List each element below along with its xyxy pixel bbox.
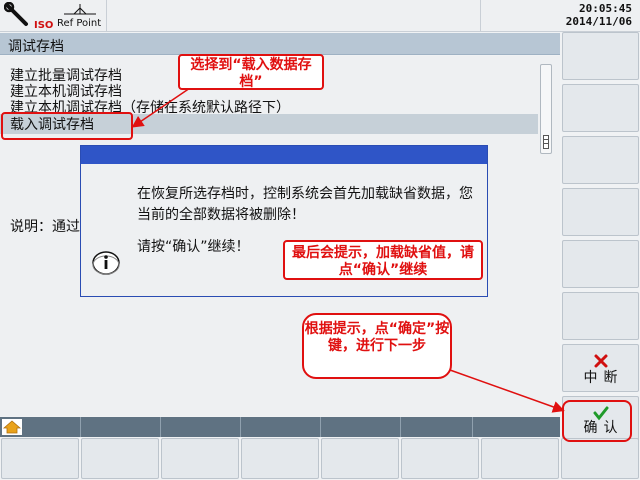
info-icon — [92, 251, 120, 275]
status-divider — [480, 0, 481, 31]
annotation-select-hint: 选择到“载入数据存档” — [178, 54, 324, 90]
softkey-1[interactable] — [562, 32, 639, 80]
horizontal-softkey-4[interactable] — [241, 438, 319, 479]
highlight-load-archive — [1, 112, 133, 140]
softkey-6[interactable] — [562, 292, 639, 340]
bottom-divider — [160, 417, 161, 437]
annotation-confirm-hint: 根据提示，点“确定”按键，进行下一步 — [302, 313, 452, 379]
page-title-bar: 调试存档 — [0, 33, 560, 55]
scroll-thumb[interactable] — [543, 135, 549, 149]
date-text: 2014/11/06 — [565, 15, 632, 28]
svg-text:ISO: ISO — [34, 20, 53, 30]
description-label: 说明：通过 — [10, 219, 80, 235]
vertical-scrollbar[interactable] — [540, 64, 552, 154]
softkey-5[interactable] — [562, 240, 639, 288]
horizontal-softkey-6[interactable] — [401, 438, 479, 479]
home-up-icon[interactable] — [2, 419, 22, 435]
dialog-titlebar — [81, 146, 487, 164]
horizontal-softkey-1[interactable] — [1, 438, 79, 479]
abort-label: 中断 — [583, 370, 624, 386]
horizontal-softkey-3[interactable] — [161, 438, 239, 479]
softkey-2[interactable] — [562, 84, 639, 132]
dialog-prompt: 请按“确认”继续！ — [137, 239, 250, 255]
ref-point-label: Ref Point — [57, 18, 102, 29]
horizontal-softkey-7[interactable] — [481, 438, 559, 479]
page-title: 调试存档 — [8, 39, 64, 55]
softkey-4[interactable] — [562, 188, 639, 236]
bottom-divider — [240, 417, 241, 437]
bottom-nav-strip — [0, 417, 560, 437]
clock: 20:05:45 2014/11/06 — [566, 2, 632, 28]
horizontal-softkey-5[interactable] — [321, 438, 399, 479]
softkey-3[interactable] — [562, 136, 639, 184]
bottom-divider — [80, 417, 81, 437]
annotation-dialog-hint: 最后会提示，加载缺省值，请点“确认”继续 — [283, 240, 483, 280]
dialog-message: 在恢复所选存档时，控制系统会首先加载缺省数据，您当前的全部数据将被删除！ — [137, 186, 473, 223]
status-bar: ISO Ref Point 20:05:45 2014/11/06 — [0, 0, 640, 32]
bottom-divider — [400, 417, 401, 437]
status-divider — [106, 0, 107, 31]
horizontal-softkey-2[interactable] — [81, 438, 159, 479]
horizontal-softkey-8[interactable] — [561, 438, 639, 479]
abort-button[interactable]: 中断 — [562, 344, 639, 392]
bottom-divider — [472, 417, 473, 437]
ref-point-icon — [64, 4, 96, 15]
wrench-iso-icon: ISO — [4, 2, 53, 30]
bottom-divider — [320, 417, 321, 437]
time-text: 20:05:45 — [579, 2, 632, 15]
highlight-confirm-button — [562, 400, 632, 442]
